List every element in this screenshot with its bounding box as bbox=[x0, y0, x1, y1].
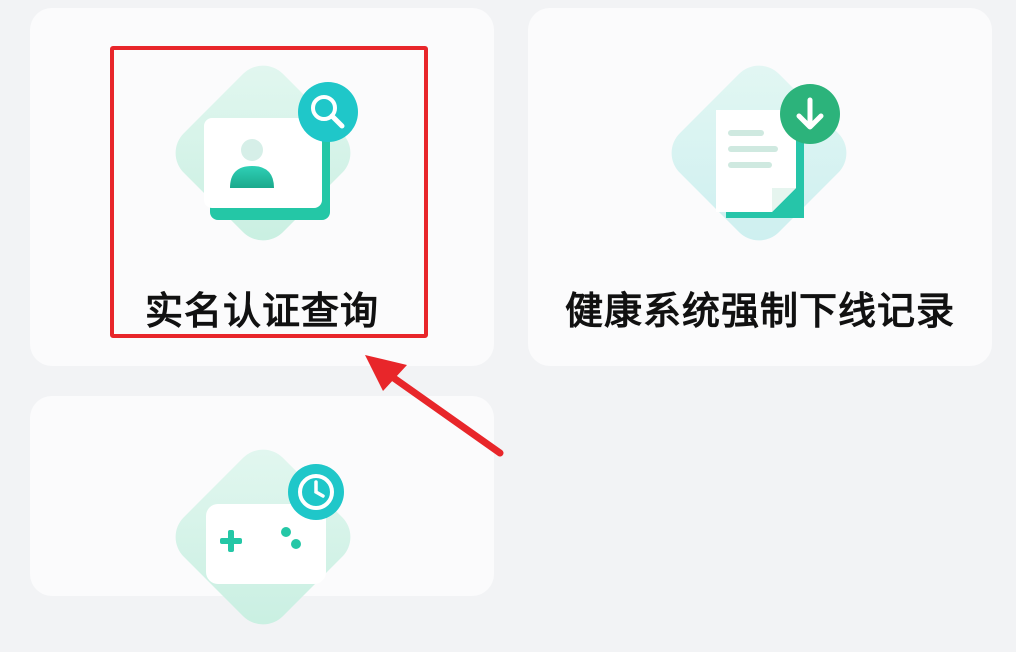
card-label: 健康系统强制下线记录 bbox=[564, 289, 955, 333]
highlight-box bbox=[110, 46, 428, 338]
document-download-icon bbox=[654, 48, 874, 268]
card-health-offline-records[interactable]: 健康系统强制下线记录 bbox=[528, 8, 992, 366]
gamepad-clock-icon bbox=[158, 432, 378, 652]
annotation-arrow bbox=[365, 355, 504, 457]
